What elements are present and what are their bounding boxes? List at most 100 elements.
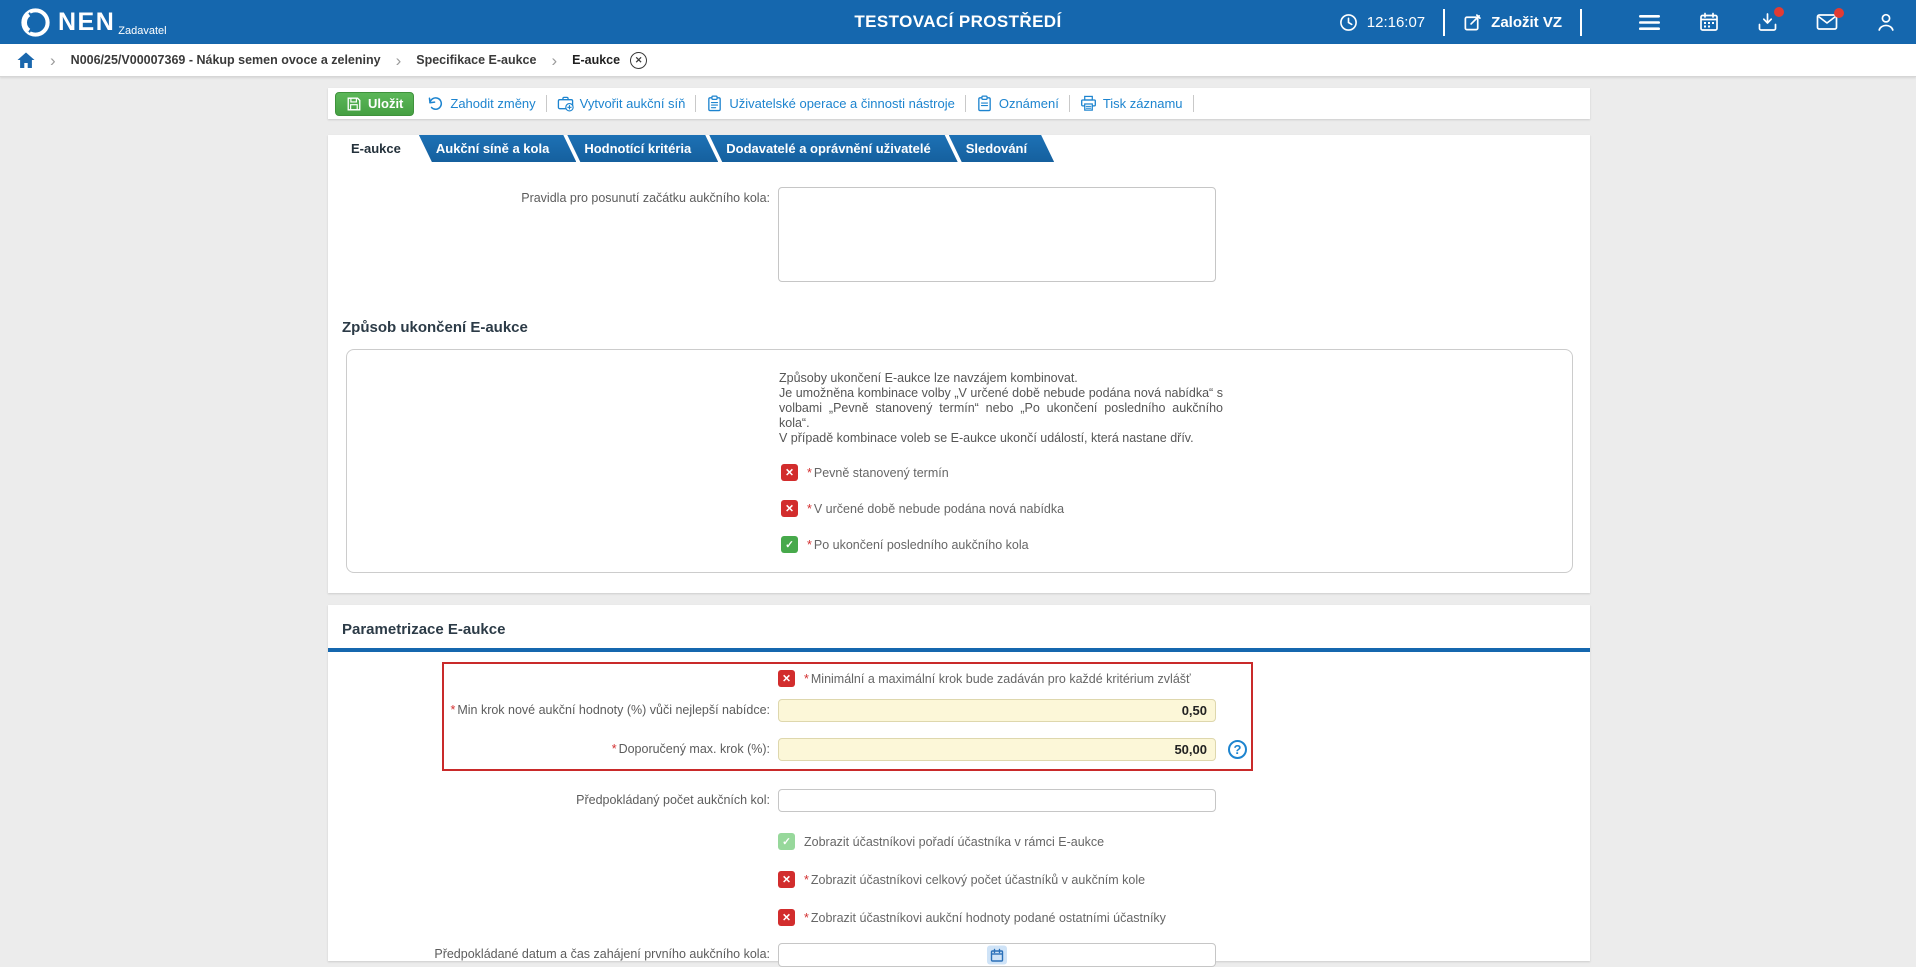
notifications-button[interactable]: Oznámení — [976, 95, 1059, 112]
user-operations-button[interactable]: Uživatelské operace a činnosti nástroje — [706, 95, 955, 112]
checkbox-unchecked-icon[interactable]: ✕ — [778, 871, 795, 888]
save-button[interactable]: Uložit — [335, 91, 415, 116]
toolbar-separator — [1068, 95, 1070, 112]
breadcrumb-item-tender[interactable]: N006/25/V00007369 - Nákup semen ovoce a … — [71, 53, 381, 67]
header-divider — [1443, 8, 1446, 36]
create-tender-button[interactable]: Založit VZ — [1463, 13, 1562, 32]
datepicker-button[interactable] — [987, 945, 1007, 965]
tab-bar: E-aukce Aukční síně a kola Hodnotící kri… — [328, 135, 1590, 162]
save-button-label: Uložit — [368, 96, 404, 111]
show-participant-count-row: ✕ * Zobrazit účastníkovi celkový počet úč… — [778, 871, 1590, 888]
print-record-label: Tisk záznamu — [1102, 96, 1183, 111]
app-header: NEN Zadavatel TESTOVACÍ PROSTŘEDÍ 12:16:… — [0, 0, 1916, 44]
step-per-criterion-label: * Minimální a maximální krok bude zadáván… — [804, 671, 1191, 686]
option-label: * Po ukončení posledního aukčního kola — [807, 537, 1029, 552]
messages-badge — [1834, 8, 1844, 18]
min-step-label: * Min krok nové aukční hodnoty (%) vůči n… — [450, 702, 770, 717]
downloads-button[interactable] — [1757, 7, 1784, 32]
shift-rules-row: Pravidla pro posunutí začátku aukčního k… — [328, 187, 1590, 282]
home-icon[interactable] — [17, 52, 35, 69]
show-rank-label: Zobrazit účastníkovi pořadí účastníka v … — [804, 834, 1105, 849]
nen-logo[interactable]: NEN Zadavatel — [20, 7, 167, 38]
breadcrumb-chevron: › — [395, 50, 402, 70]
option-label: * V určené době nebude podána nová nabídk… — [807, 501, 1065, 516]
checkbox-unchecked-icon[interactable]: ✕ — [778, 670, 795, 687]
checkbox-unchecked-icon[interactable]: ✕ — [781, 500, 798, 517]
shift-rules-textarea[interactable] — [778, 187, 1216, 282]
checkbox-unchecked-icon[interactable]: ✕ — [778, 909, 795, 926]
min-step-row: * Min krok nové aukční hodnoty (%) vůči n… — [444, 699, 1251, 722]
discard-changes-label: Zahodit změny — [450, 96, 536, 111]
tab-aukcni-sine-a-kola[interactable]: Aukční síně a kola — [419, 135, 576, 162]
required-marker: * — [611, 741, 617, 756]
create-tender-label: Založit VZ — [1491, 13, 1562, 31]
tab-label: Dodavatelé a oprávnění uživatelé — [726, 141, 931, 156]
breadcrumb-chevron: › — [551, 50, 558, 70]
toolbar-separator — [545, 95, 547, 112]
parameters-section-heading: Parametrizace E-aukce — [342, 621, 506, 638]
print-record-button[interactable]: Tisk záznamu — [1080, 95, 1183, 112]
record-toolbar: Uložit Zahodit změny Vytvořit aukční síň… — [328, 88, 1590, 119]
tab-dodavatele-a-opravneni-uzivatele[interactable]: Dodavatelé a oprávnění uživatelé — [709, 135, 957, 162]
tab-label: Aukční síně a kola — [435, 141, 550, 156]
breadcrumb-item-specification[interactable]: Specifikace E-aukce — [416, 53, 536, 67]
main-content: Uložit Zahodit změny Vytvořit aukční síň… — [328, 88, 1590, 967]
notifications-label: Oznámení — [998, 96, 1059, 111]
clock-icon — [1339, 13, 1358, 32]
expected-rounds-input[interactable] — [778, 789, 1216, 812]
shift-rules-label: Pravidla pro posunutí začátku aukčního k… — [521, 191, 770, 205]
create-auction-room-label: Vytvořit aukční síň — [579, 96, 686, 111]
first-round-start-field — [778, 943, 1216, 967]
required-marker: * — [807, 501, 812, 516]
show-other-bids-row: ✕ * Zobrazit účastníkovi aukční hodnoty p… — [778, 909, 1590, 926]
calendar-button[interactable] — [1699, 12, 1719, 32]
max-step-label: * Doporučený max. krok (%): — [611, 741, 770, 756]
checkbox-unchecked-icon[interactable]: ✕ — [781, 464, 798, 481]
brand-name: NEN — [58, 7, 116, 36]
menu-button[interactable] — [1638, 13, 1661, 32]
record-detail-card: E-aukce Aukční síně a kola Hodnotící kri… — [328, 135, 1590, 593]
first-round-start-row: Předpokládané datum a čas zahájení první… — [328, 943, 1590, 967]
required-marker: * — [450, 702, 456, 717]
user-button[interactable] — [1876, 12, 1896, 32]
help-icon[interactable]: ? — [1228, 740, 1247, 759]
tab-label: Sledování — [965, 141, 1028, 156]
tab-hodnotici-kriteria[interactable]: Hodnotící kritéria — [567, 135, 718, 162]
close-record-icon[interactable]: ✕ — [630, 51, 648, 69]
required-marker: * — [804, 872, 809, 887]
clipboard-icon — [976, 95, 993, 112]
nen-logo-icon — [20, 7, 51, 38]
first-round-start-label: Předpokládané datum a čas zahájení první… — [434, 947, 770, 962]
show-other-bids-label: * Zobrazit účastníkovi aukční hodnoty pod… — [804, 910, 1166, 925]
option-no-new-bid: ✕ * V určené době nebude podána nová nabí… — [781, 500, 1572, 517]
breadcrumb-chevron: › — [50, 50, 56, 70]
briefcase-plus-icon — [557, 95, 574, 112]
required-marker: * — [807, 465, 812, 480]
clipboard-icon — [706, 95, 723, 112]
create-auction-room-button[interactable]: Vytvořit aukční síň — [557, 95, 686, 112]
tab-e-aukce[interactable]: E-aukce — [334, 135, 428, 162]
breadcrumb: › N006/25/V00007369 - Nákup semen ovoce … — [0, 44, 1916, 77]
parameters-card: Parametrizace E-aukce ✕ * Minimální a max… — [328, 605, 1590, 967]
max-step-input[interactable] — [778, 738, 1216, 761]
termination-section-heading: Způsob ukončení E-aukce — [342, 319, 528, 336]
tab-label: E-aukce — [351, 141, 401, 156]
downloads-badge — [1774, 7, 1784, 17]
step-per-criterion-row: ✕ * Minimální a maximální krok bude zadáv… — [778, 670, 1251, 687]
termination-info-line1: Způsoby ukončení E-aukce lze navzájem ko… — [779, 371, 1078, 385]
max-step-row: *Doporučený max. krok (%): ? — [444, 738, 1251, 761]
show-rank-row: ✓ Zobrazit účastníkovi pořadí účastníka … — [778, 833, 1590, 850]
option-fixed-deadline: ✕ * Pevně stanovený termín — [781, 464, 1572, 481]
discard-changes-button[interactable]: Zahodit změny — [427, 95, 536, 112]
save-icon — [346, 96, 362, 112]
tab-sledovani[interactable]: Sledování — [949, 135, 1054, 162]
option-after-last-round: ✓ * Po ukončení posledního aukčního kola — [781, 536, 1572, 553]
toolbar-separator — [964, 95, 966, 112]
checkbox-checked-icon[interactable]: ✓ — [781, 536, 798, 553]
messages-button[interactable] — [1816, 8, 1844, 31]
min-step-input[interactable] — [778, 699, 1216, 722]
termination-options-box: Způsoby ukončení E-aukce lze navzájem ko… — [346, 349, 1573, 573]
checkbox-checked-disabled-icon: ✓ — [778, 833, 795, 850]
section-rule — [328, 648, 1590, 652]
termination-info-text: Způsoby ukončení E-aukce lze navzájem ko… — [779, 371, 1223, 446]
